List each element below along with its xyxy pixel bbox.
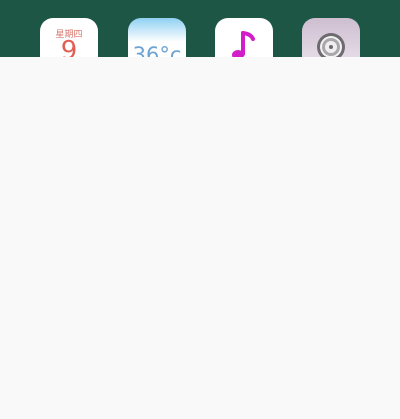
bottom-sheet <box>0 57 400 419</box>
app-icon-row: 星期四 9 36°c <box>0 0 400 76</box>
